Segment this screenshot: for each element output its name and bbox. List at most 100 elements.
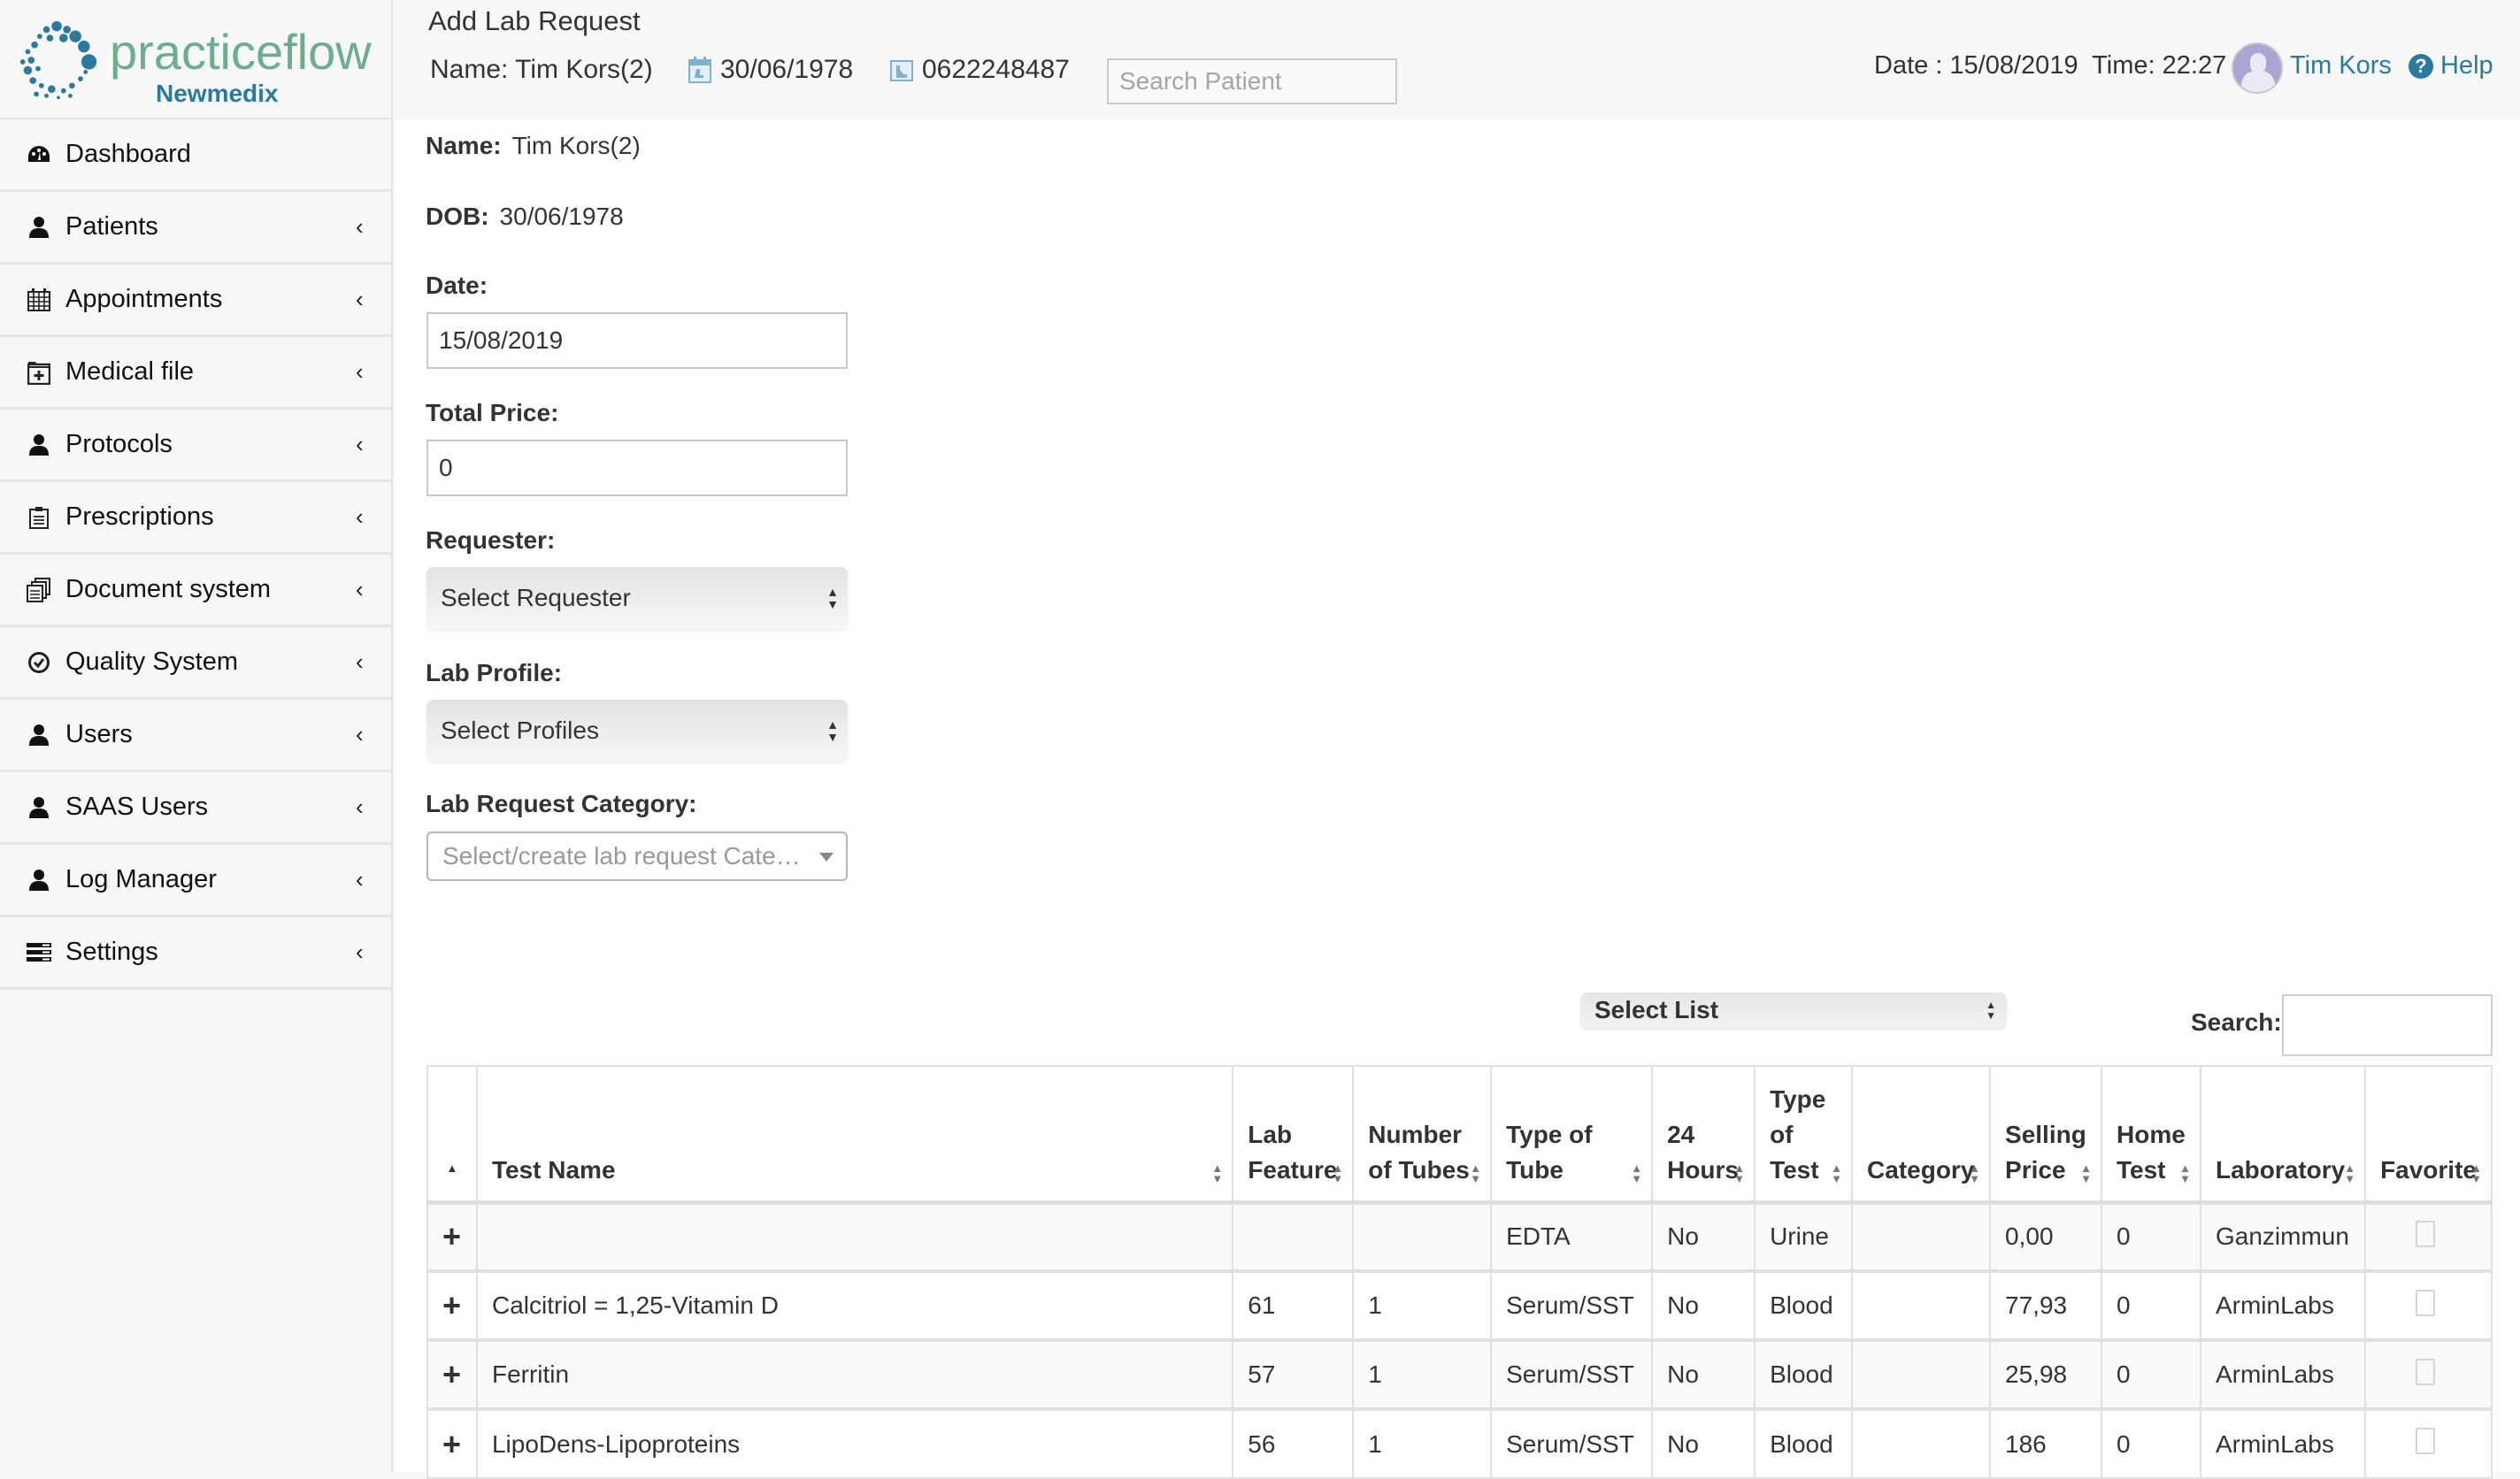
search-patient-input[interactable] <box>1107 58 1397 104</box>
sidebar-item-label: Patients <box>65 212 158 241</box>
cell-price: 25,98 <box>1989 1338 2102 1410</box>
date-input[interactable] <box>426 312 848 369</box>
lab-request-category-label: Lab Request Category: <box>426 790 697 817</box>
favorite-checkbox[interactable] <box>2416 1358 2436 1385</box>
sidebar-item-quality-system[interactable]: Quality System ‹ <box>0 627 391 700</box>
cell-favorite <box>2364 1338 2493 1410</box>
table-row: + Calcitriol = 1,25-Vitamin D 61 1 Serum… <box>426 1269 2493 1341</box>
select-list-dropdown[interactable]: Select List ▲ ▼ <box>1580 992 2007 1028</box>
column-label: Test Name <box>491 1155 616 1184</box>
table-row: + LipoDens-Lipoproteins 56 1 Serum/SST N… <box>426 1407 2493 1479</box>
chevron-left-icon: ‹ <box>356 576 364 602</box>
help-link[interactable]: ? Help <box>2409 51 2493 80</box>
user-name-link[interactable]: Tim Kors <box>2290 51 2392 80</box>
chevron-left-icon: ‹ <box>356 648 364 675</box>
sidebar-item-appointments[interactable]: Appointments ‹ <box>0 264 391 337</box>
column-header-type-of-tube[interactable]: Type of Tube ▲ ▼ <box>1490 1065 1654 1205</box>
chevron-left-icon: ‹ <box>356 721 364 747</box>
cell-favorite <box>2364 1269 2493 1341</box>
sidebar-item-label: Protocols <box>65 430 173 458</box>
patient-dob-text: 30/06/1978 <box>720 55 854 84</box>
cell-laboratory: ArminLabs <box>2199 1407 2367 1479</box>
expand-row-plus-icon[interactable]: + <box>426 1269 478 1341</box>
expand-row-plus-icon[interactable]: + <box>426 1338 478 1410</box>
sidebar-item-medical-file[interactable]: Medical file ‹ <box>0 337 391 410</box>
cell-category <box>1851 1269 1992 1341</box>
cell-test-name: Ferritin <box>475 1338 1234 1410</box>
sidebar-item-protocols[interactable]: Protocols ‹ <box>0 410 391 482</box>
check-circle-icon <box>27 650 51 675</box>
favorite-checkbox[interactable] <box>2416 1220 2436 1247</box>
expand-column-header[interactable]: ▲ <box>426 1065 478 1205</box>
expand-row-plus-icon[interactable]: + <box>426 1407 478 1479</box>
column-header-number-of-tubes[interactable]: Number of Tubes ▲ ▼ <box>1352 1065 1493 1205</box>
sidebar-item-saas-users[interactable]: SAAS Users ‹ <box>0 772 391 845</box>
sidebar-item-label: Users <box>65 720 133 748</box>
requester-select[interactable]: Select Requester ▲ ▼ <box>426 567 848 629</box>
cell-laboratory: ArminLabs <box>2199 1269 2367 1341</box>
sidebar-item-prescriptions[interactable]: Prescriptions ‹ <box>0 482 391 555</box>
column-header-selling-price[interactable]: Selling Price ▲ ▼ <box>1989 1065 2102 1205</box>
column-header-favorite[interactable]: Favorite ▲ ▼ <box>2364 1065 2493 1205</box>
lab-profile-select[interactable]: Select Profiles ▲ ▼ <box>426 700 848 762</box>
chevron-left-icon: ‹ <box>356 793 364 820</box>
table-search-input[interactable] <box>2282 994 2493 1056</box>
requester-label: Requester: <box>426 526 556 554</box>
sidebar-item-label: Dashboard <box>65 140 191 168</box>
column-label: Type of Tube <box>1506 1120 1593 1184</box>
cell-tube-type: EDTA <box>1490 1200 1654 1272</box>
sidebar-nav: Dashboard Patients ‹ Appointments ‹ Medi… <box>0 119 393 1472</box>
patient-name: Name: Tim Kors(2) <box>430 55 653 85</box>
page-title: Add Lab Request <box>428 5 641 36</box>
column-header-category[interactable]: Category ▲ ▼ <box>1851 1065 1992 1205</box>
chevron-left-icon: ‹ <box>356 431 364 457</box>
favorite-checkbox[interactable] <box>2416 1428 2436 1454</box>
column-header-lab-feature[interactable]: Lab Feature ▲ ▼ <box>1232 1065 1355 1205</box>
table-search-label: Search: <box>2191 1008 2282 1036</box>
cell-tube-type: Serum/SST <box>1490 1338 1654 1410</box>
column-header-type-of-test[interactable]: Type of Test ▲ ▼ <box>1754 1065 1854 1205</box>
sidebar-item-users[interactable]: Users ‹ <box>0 700 391 772</box>
total-price-label: Total Price: <box>426 399 559 426</box>
logo[interactable]: practiceflow Newmedix <box>0 0 393 119</box>
select-arrows-icon: ▲ ▼ <box>1986 999 1996 1022</box>
lab-tests-table: ▲ Test Name ▲ ▼ Lab Feature ▲ ▼ Number of Tu… <box>426 1065 2493 1479</box>
patient-phone-text: 0622248487 <box>922 55 1070 84</box>
sidebar-item-patients[interactable]: Patients ‹ <box>0 192 391 264</box>
phone-card-icon <box>890 60 913 81</box>
brand-name: practiceflow <box>110 24 372 80</box>
column-label: Category <box>1867 1155 1975 1184</box>
sidebar-item-label: Log Manager <box>65 865 217 893</box>
lab-request-category-select[interactable]: Select/create lab request Cate… <box>426 831 848 881</box>
select-list-value: Select List <box>1594 996 1719 1023</box>
sort-icon: ▲ ▼ <box>2470 1161 2482 1185</box>
column-header-home-test[interactable]: Home Test ▲ ▼ <box>2101 1065 2201 1205</box>
chevron-left-icon: ‹ <box>356 286 364 312</box>
user-avatar[interactable] <box>2232 42 2283 94</box>
favorite-checkbox[interactable] <box>2416 1289 2436 1316</box>
cell-favorite <box>2364 1200 2493 1272</box>
chevron-left-icon: ‹ <box>356 503 364 530</box>
current-date-time: Date : 15/08/2019 Time: 22:27 <box>1874 51 2227 80</box>
chevron-left-icon: ‹ <box>356 939 364 965</box>
cell-lab-feature: 57 <box>1232 1338 1355 1410</box>
sidebar-item-document-system[interactable]: Document system ‹ <box>0 555 391 627</box>
requester-selected-value: Select Requester <box>441 584 631 611</box>
sidebar-item-log-manager[interactable]: Log Manager ‹ <box>0 845 391 917</box>
avatar-head <box>2250 53 2266 73</box>
column-header-laboratory[interactable]: Laboratory ▲ ▼ <box>2199 1065 2367 1205</box>
column-header-24-hours[interactable]: 24 Hours ▲ ▼ <box>1651 1065 1756 1205</box>
sort-icon: ▲ ▼ <box>1631 1161 1643 1185</box>
sidebar-item-dashboard[interactable]: Dashboard <box>0 119 391 192</box>
name-value: Tim Kors(2) <box>511 132 641 159</box>
expand-row-plus-icon[interactable]: + <box>426 1200 478 1272</box>
cell-laboratory: Ganzimmun <box>2199 1200 2367 1272</box>
cell-test-name: LipoDens-Lipoproteins <box>475 1407 1234 1479</box>
cell-test-name <box>475 1200 1234 1272</box>
sort-icon: ▲ ▼ <box>1733 1161 1746 1185</box>
cell-category <box>1851 1407 1992 1479</box>
column-header-test-name[interactable]: Test Name ▲ ▼ <box>475 1065 1234 1205</box>
column-label: Home Test <box>2117 1120 2186 1184</box>
total-price-input[interactable] <box>426 440 848 496</box>
sidebar-item-settings[interactable]: Settings ‹ <box>0 917 391 990</box>
